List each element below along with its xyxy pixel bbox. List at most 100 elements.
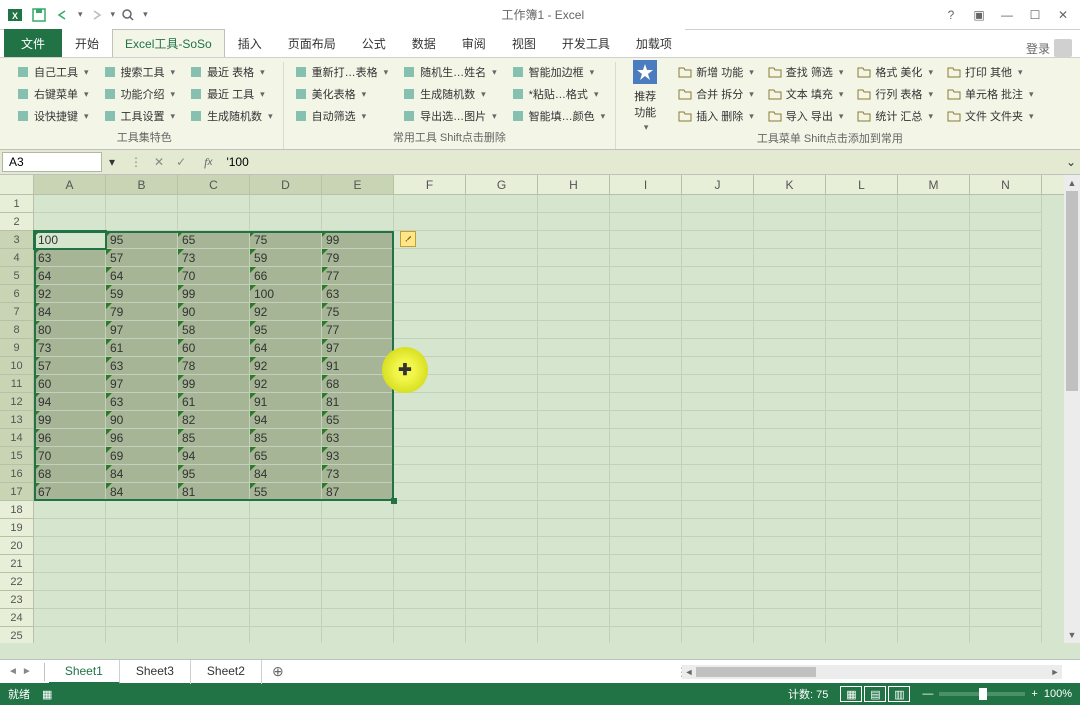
more-functions-icon[interactable]: ⋮ — [130, 155, 142, 169]
row-header[interactable]: 9 — [0, 339, 34, 357]
cell[interactable] — [754, 357, 826, 375]
row-header[interactable]: 8 — [0, 321, 34, 339]
ribbon-button[interactable]: 打印 其他▾ — [943, 62, 1038, 82]
cell[interactable] — [610, 393, 682, 411]
error-smart-tag[interactable]: ! — [400, 231, 416, 247]
cell[interactable] — [970, 627, 1042, 643]
cell[interactable] — [898, 519, 970, 537]
cell[interactable] — [394, 285, 466, 303]
cell[interactable] — [898, 357, 970, 375]
cell[interactable] — [970, 537, 1042, 555]
cell[interactable] — [898, 573, 970, 591]
cell[interactable] — [970, 231, 1042, 249]
cell[interactable] — [898, 249, 970, 267]
minimize-icon[interactable]: — — [994, 4, 1020, 26]
ribbon-tab[interactable]: 开发工具 — [549, 29, 623, 57]
cell[interactable] — [466, 483, 538, 501]
cell[interactable]: 99 — [178, 285, 250, 303]
cell[interactable] — [898, 447, 970, 465]
cell[interactable] — [394, 501, 466, 519]
cell[interactable] — [826, 375, 898, 393]
cell[interactable] — [538, 231, 610, 249]
ribbon-button[interactable]: 单元格 批注▾ — [943, 84, 1038, 104]
cell[interactable] — [682, 573, 754, 591]
cell[interactable] — [610, 501, 682, 519]
cell[interactable] — [826, 519, 898, 537]
cell[interactable] — [898, 303, 970, 321]
cell[interactable] — [754, 609, 826, 627]
cell[interactable] — [898, 627, 970, 643]
cell[interactable]: 57 — [106, 249, 178, 267]
ribbon-button[interactable]: 生成随机数▾ — [398, 84, 501, 104]
cell[interactable]: 65 — [250, 447, 322, 465]
spreadsheet-grid[interactable]: ABCDEFGHIJKLMN 1231009565759946357735979… — [0, 175, 1080, 659]
cell[interactable]: 75 — [322, 303, 394, 321]
cell[interactable]: 55 — [250, 483, 322, 501]
cell[interactable] — [250, 591, 322, 609]
cell[interactable] — [394, 573, 466, 591]
cell[interactable]: 70 — [178, 267, 250, 285]
cell[interactable] — [538, 573, 610, 591]
cell[interactable] — [538, 249, 610, 267]
cell[interactable]: 94 — [250, 411, 322, 429]
cell[interactable] — [538, 411, 610, 429]
row-header[interactable]: 11 — [0, 375, 34, 393]
cell[interactable] — [970, 375, 1042, 393]
cell[interactable]: 75 — [250, 231, 322, 249]
cell[interactable] — [178, 627, 250, 643]
cell[interactable] — [538, 303, 610, 321]
column-header[interactable]: B — [106, 175, 178, 194]
column-header[interactable]: L — [826, 175, 898, 194]
cell[interactable] — [466, 519, 538, 537]
cell[interactable] — [826, 429, 898, 447]
ribbon-button[interactable]: 右键菜单▾ — [12, 84, 93, 104]
ribbon-button[interactable]: 智能填…颜色▾ — [507, 106, 610, 126]
cell[interactable] — [538, 447, 610, 465]
cell[interactable] — [538, 321, 610, 339]
cell[interactable] — [394, 537, 466, 555]
cell[interactable] — [394, 483, 466, 501]
cell[interactable] — [466, 537, 538, 555]
cell[interactable] — [610, 213, 682, 231]
fill-handle[interactable] — [391, 498, 397, 504]
ribbon-button[interactable]: 随机生…姓名▾ — [398, 62, 501, 82]
cell[interactable]: 65 — [322, 411, 394, 429]
cell[interactable] — [538, 267, 610, 285]
sheet-tab[interactable]: Sheet1 — [49, 660, 120, 684]
cell[interactable] — [682, 537, 754, 555]
row-header[interactable]: 17 — [0, 483, 34, 501]
cell[interactable] — [394, 303, 466, 321]
cell[interactable] — [898, 285, 970, 303]
ribbon-button[interactable]: 设快捷键▾ — [12, 106, 93, 126]
cell[interactable]: 73 — [34, 339, 106, 357]
cell[interactable] — [394, 339, 466, 357]
row-header[interactable]: 21 — [0, 555, 34, 573]
cell[interactable]: 100 — [250, 285, 322, 303]
cell[interactable] — [826, 627, 898, 643]
cell[interactable] — [754, 519, 826, 537]
cell[interactable]: 85 — [250, 429, 322, 447]
cell[interactable]: 81 — [178, 483, 250, 501]
cell[interactable] — [34, 573, 106, 591]
scroll-thumb[interactable] — [696, 667, 816, 677]
page-layout-view-icon[interactable]: ▤ — [864, 686, 886, 702]
cell[interactable] — [754, 195, 826, 213]
ribbon-button[interactable]: 新增 功能▾ — [674, 62, 758, 82]
close-icon[interactable]: ✕ — [1050, 4, 1076, 26]
cell[interactable] — [970, 447, 1042, 465]
cell[interactable]: 73 — [178, 249, 250, 267]
cell[interactable] — [538, 285, 610, 303]
cell[interactable]: 77 — [322, 267, 394, 285]
cell[interactable] — [754, 429, 826, 447]
column-header[interactable]: N — [970, 175, 1042, 194]
undo-icon[interactable] — [52, 4, 74, 26]
sheet-tab[interactable]: Sheet3 — [120, 660, 191, 684]
cell[interactable] — [898, 537, 970, 555]
column-header[interactable]: K — [754, 175, 826, 194]
cell[interactable] — [610, 555, 682, 573]
row-header[interactable]: 18 — [0, 501, 34, 519]
cell[interactable] — [466, 393, 538, 411]
cell[interactable] — [970, 357, 1042, 375]
cell[interactable]: 67 — [34, 483, 106, 501]
column-header[interactable]: H — [538, 175, 610, 194]
